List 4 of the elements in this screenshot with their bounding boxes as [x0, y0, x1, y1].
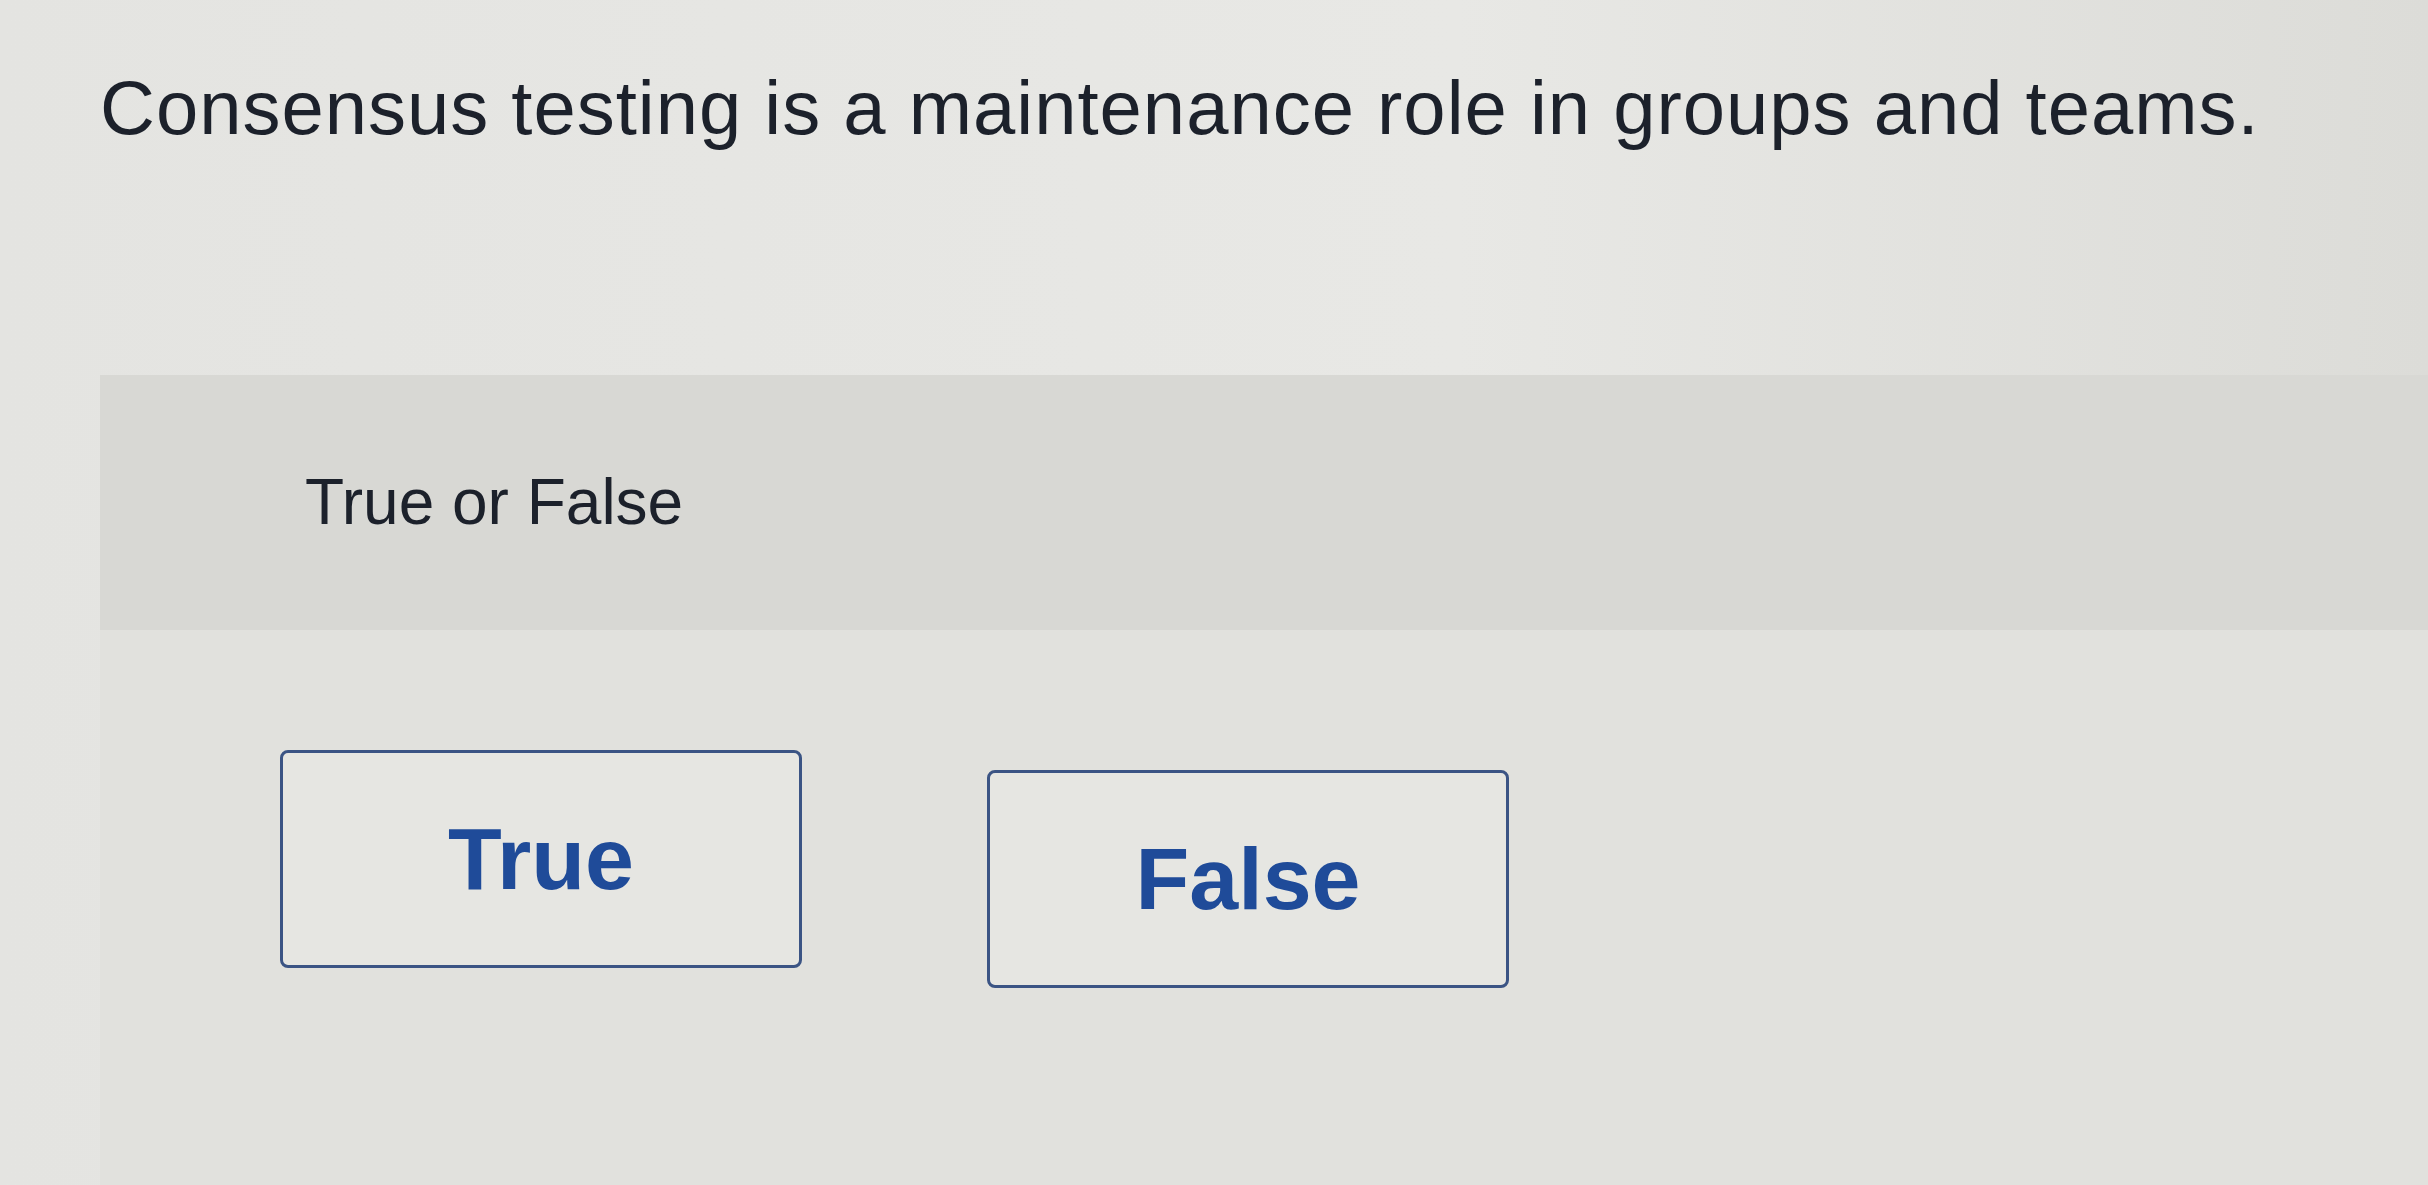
question-text: Consensus testing is a maintenance role in groups and teams.	[100, 64, 2260, 152]
answer-option[interactable]: True	[280, 750, 802, 969]
answer-option[interactable]: False	[987, 770, 1509, 989]
instruction-text: True or False	[305, 465, 684, 541]
